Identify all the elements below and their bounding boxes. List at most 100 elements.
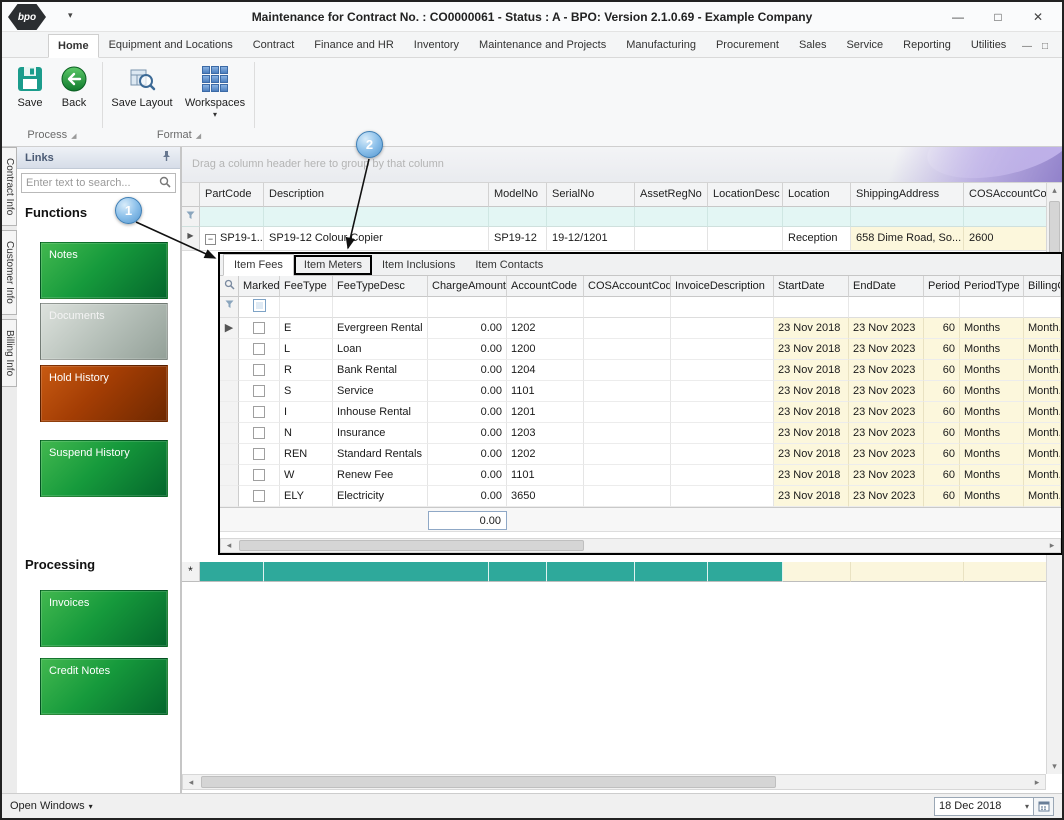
accountcode-cell[interactable]: 1101 [507,381,584,402]
tab-item-contacts[interactable]: Item Contacts [465,255,553,275]
column-header[interactable]: Description [264,183,489,207]
cosaccountcode-cell[interactable] [584,318,671,339]
cosaccountcode-cell[interactable] [584,444,671,465]
locationdesc-cell[interactable] [708,227,783,251]
column-header[interactable]: StartDate [774,276,849,297]
invoicedescription-cell[interactable] [671,486,774,507]
scroll-down-icon[interactable]: ▾ [1052,761,1057,772]
main-horizontal-scrollbar[interactable]: ◂ ▸ [182,774,1046,790]
column-header[interactable]: Marked [239,276,280,297]
marked-cell[interactable] [239,465,280,486]
marked-checkbox[interactable] [253,364,265,377]
billingcycle-cell[interactable]: Month... [1024,423,1061,444]
column-header[interactable]: FeeTypeDesc [333,276,428,297]
periodtype-cell[interactable]: Months [960,423,1024,444]
marked-cell[interactable] [239,423,280,444]
column-header[interactable]: COSAccountCode [964,183,1050,207]
marked-checkbox[interactable] [253,406,265,419]
fee-row[interactable]: N Insurance 0.00 1203 23 Nov 2018 23 Nov… [220,423,1061,444]
period-cell[interactable]: 60 [924,339,960,360]
search-icon[interactable] [220,276,239,297]
startdate-cell[interactable]: 23 Nov 2018 [774,444,849,465]
chargeamount-cell[interactable]: 0.00 [428,423,507,444]
date-field[interactable]: 18 Dec 2018 ▾ [934,796,1034,816]
periodtype-cell[interactable]: Months [960,465,1024,486]
ribbon-expand-icon[interactable]: □ [1042,41,1048,52]
billingcycle-cell[interactable]: Month... [1024,444,1061,465]
marked-filter[interactable] [239,297,280,318]
enddate-cell[interactable]: 23 Nov 2023 [849,444,924,465]
fee-row[interactable]: I Inhouse Rental 0.00 1201 23 Nov 2018 2… [220,402,1061,423]
fee-row[interactable]: E Evergreen Rental 0.00 1202 23 Nov 2018… [220,318,1061,339]
feetype-cell[interactable]: ELY [280,486,333,507]
hold-history-button[interactable]: Hold History [40,365,168,422]
period-cell[interactable]: 60 [924,465,960,486]
feetypedesc-cell[interactable]: Inhouse Rental [333,402,428,423]
tab-item-inclusions[interactable]: Item Inclusions [372,255,465,275]
grid-data-row[interactable]: ▶ − SP19-1... SP19-12 Colour Copier SP19-… [182,227,1050,251]
column-header[interactable]: EndDate [849,276,924,297]
startdate-cell[interactable]: 23 Nov 2018 [774,423,849,444]
feetype-cell[interactable]: I [280,402,333,423]
column-header[interactable]: Period [924,276,960,297]
startdate-cell[interactable]: 23 Nov 2018 [774,402,849,423]
close-button[interactable]: ✕ [1018,2,1058,32]
grid-filter-row[interactable] [182,207,1050,227]
modelno-cell[interactable]: SP19-12 [489,227,547,251]
invoicedescription-cell[interactable] [671,318,774,339]
column-header[interactable]: InvoiceDescription [671,276,774,297]
periodtype-cell[interactable]: Months [960,444,1024,465]
tab-item-fees[interactable]: Item Fees [223,254,294,276]
cosaccountcode-cell[interactable] [584,381,671,402]
fee-row[interactable]: ELY Electricity 0.00 3650 23 Nov 2018 23… [220,486,1061,507]
enddate-cell[interactable]: 23 Nov 2023 [849,318,924,339]
period-cell[interactable]: 60 [924,360,960,381]
invoicedescription-cell[interactable] [671,339,774,360]
chargeamount-cell[interactable]: 0.00 [428,444,507,465]
feetypedesc-cell[interactable]: Evergreen Rental [333,318,428,339]
periodtype-cell[interactable]: Months [960,339,1024,360]
billingcycle-cell[interactable]: Month... [1024,339,1061,360]
marked-cell[interactable] [239,444,280,465]
invoicedescription-cell[interactable] [671,360,774,381]
periodtype-cell[interactable]: Months [960,318,1024,339]
ribbon-tab[interactable]: Procurement [706,33,789,57]
cosaccountcode-cell[interactable] [584,486,671,507]
collapse-row-icon[interactable]: − [205,234,216,245]
billingcycle-cell[interactable]: Month... [1024,465,1061,486]
column-header[interactable]: BillingC... [1024,276,1061,297]
scrollbar-thumb[interactable] [201,776,776,788]
tab-item-meters[interactable]: Item Meters [293,255,372,275]
period-cell[interactable]: 60 [924,444,960,465]
side-tab[interactable]: Contract Info [2,147,17,227]
startdate-cell[interactable]: 23 Nov 2018 [774,318,849,339]
enddate-cell[interactable]: 23 Nov 2023 [849,423,924,444]
period-cell[interactable]: 60 [924,423,960,444]
invoicedescription-cell[interactable] [671,423,774,444]
invoicedescription-cell[interactable] [671,402,774,423]
startdate-cell[interactable]: 23 Nov 2018 [774,486,849,507]
open-windows-button[interactable]: Open Windows ▾ [10,800,93,812]
description-cell[interactable]: SP19-12 Colour Copier [264,227,489,251]
billingcycle-cell[interactable]: Month... [1024,360,1061,381]
accountcode-cell[interactable]: 1204 [507,360,584,381]
detail-filter-row[interactable] [220,297,1061,318]
save-layout-button[interactable]: Save Layout [110,64,174,109]
ribbon-tab[interactable]: Home [48,34,99,58]
feetypedesc-cell[interactable]: Electricity [333,486,428,507]
feetype-cell[interactable]: N [280,423,333,444]
ribbon-tab[interactable]: Manufacturing [616,33,706,57]
shippingaddress-cell[interactable]: 658 Dime Road, So... [851,227,964,251]
chargeamount-cell[interactable]: 0.00 [428,339,507,360]
quick-access-caret-icon[interactable]: ▾ [68,10,73,21]
invoicedescription-cell[interactable] [671,444,774,465]
feetype-cell[interactable]: S [280,381,333,402]
startdate-cell[interactable]: 23 Nov 2018 [774,381,849,402]
marked-checkbox[interactable] [253,385,265,398]
back-button[interactable]: Back [54,64,94,109]
detail-horizontal-scrollbar[interactable]: ◂ ▸ [220,538,1061,553]
periodtype-cell[interactable]: Months [960,381,1024,402]
group-launcher-icon[interactable]: ◢ [71,133,76,140]
billingcycle-cell[interactable]: Month... [1024,318,1061,339]
startdate-cell[interactable]: 23 Nov 2018 [774,339,849,360]
